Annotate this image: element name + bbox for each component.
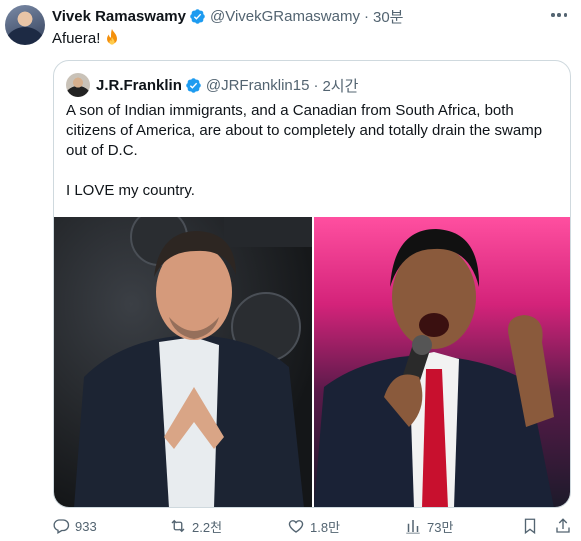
share-icon <box>556 518 570 533</box>
quoted-timestamp: 2시간 <box>322 77 359 95</box>
author-handle[interactable]: @VivekGRamaswamy <box>210 8 360 25</box>
tweet-body: Afuera! <box>52 29 101 47</box>
views-button[interactable]: 73만 <box>404 516 453 536</box>
reply-icon <box>53 519 70 534</box>
like-count: 1.8만 <box>310 519 341 535</box>
dot-separator: · <box>363 7 369 25</box>
bar-chart-icon <box>406 520 420 534</box>
quoted-tweet-text: A son of Indian immigrants, and a Canadi… <box>66 101 560 201</box>
bookmark-button[interactable] <box>521 516 539 536</box>
repost-icon <box>171 519 185 533</box>
quoted-tweet-card[interactable]: J.R.Franklin @JRFranklin15 · 2시간 A son o… <box>53 60 571 508</box>
tweet-action-bar: 933 2.2천 1.8만 73만 <box>52 516 570 536</box>
repost-count: 2.2천 <box>192 519 223 535</box>
tweet-timestamp[interactable]: 30분 <box>373 6 404 27</box>
like-button[interactable]: 1.8만 <box>287 516 340 536</box>
view-count: 73만 <box>427 519 454 535</box>
author-avatar[interactable] <box>5 5 45 45</box>
reply-count: 933 <box>75 518 97 534</box>
quoted-author-handle: @JRFranklin15 <box>205 76 310 94</box>
author-name[interactable]: Vivek Ramaswamy <box>52 8 186 25</box>
quoted-tweet-header: J.R.Franklin @JRFranklin15 · 2시간 <box>66 73 358 97</box>
quoted-author-avatar <box>66 73 90 97</box>
dot-separator: · <box>313 76 319 94</box>
quoted-photo-2[interactable] <box>314 217 570 507</box>
quoted-paragraph: A son of Indian immigrants, and a Canadi… <box>66 102 543 159</box>
verified-badge-icon[interactable] <box>189 8 206 25</box>
repost-button[interactable]: 2.2천 <box>169 516 222 536</box>
quoted-author-name: J.R.Franklin <box>96 76 182 94</box>
verified-badge-icon <box>186 77 201 93</box>
bookmark-icon <box>524 518 536 535</box>
tweet-header: Vivek Ramaswamy @VivekGRamaswamy · 30분 <box>52 6 403 26</box>
quoted-photo-1[interactable] <box>54 217 312 507</box>
heart-icon <box>288 520 304 533</box>
more-options-icon[interactable] <box>548 6 570 24</box>
tweet-text: Afuera! <box>52 29 120 47</box>
fire-icon <box>107 29 118 45</box>
quoted-paragraph: I LOVE my country. <box>66 182 195 199</box>
share-button[interactable] <box>554 516 572 536</box>
reply-button[interactable]: 933 <box>52 516 97 536</box>
